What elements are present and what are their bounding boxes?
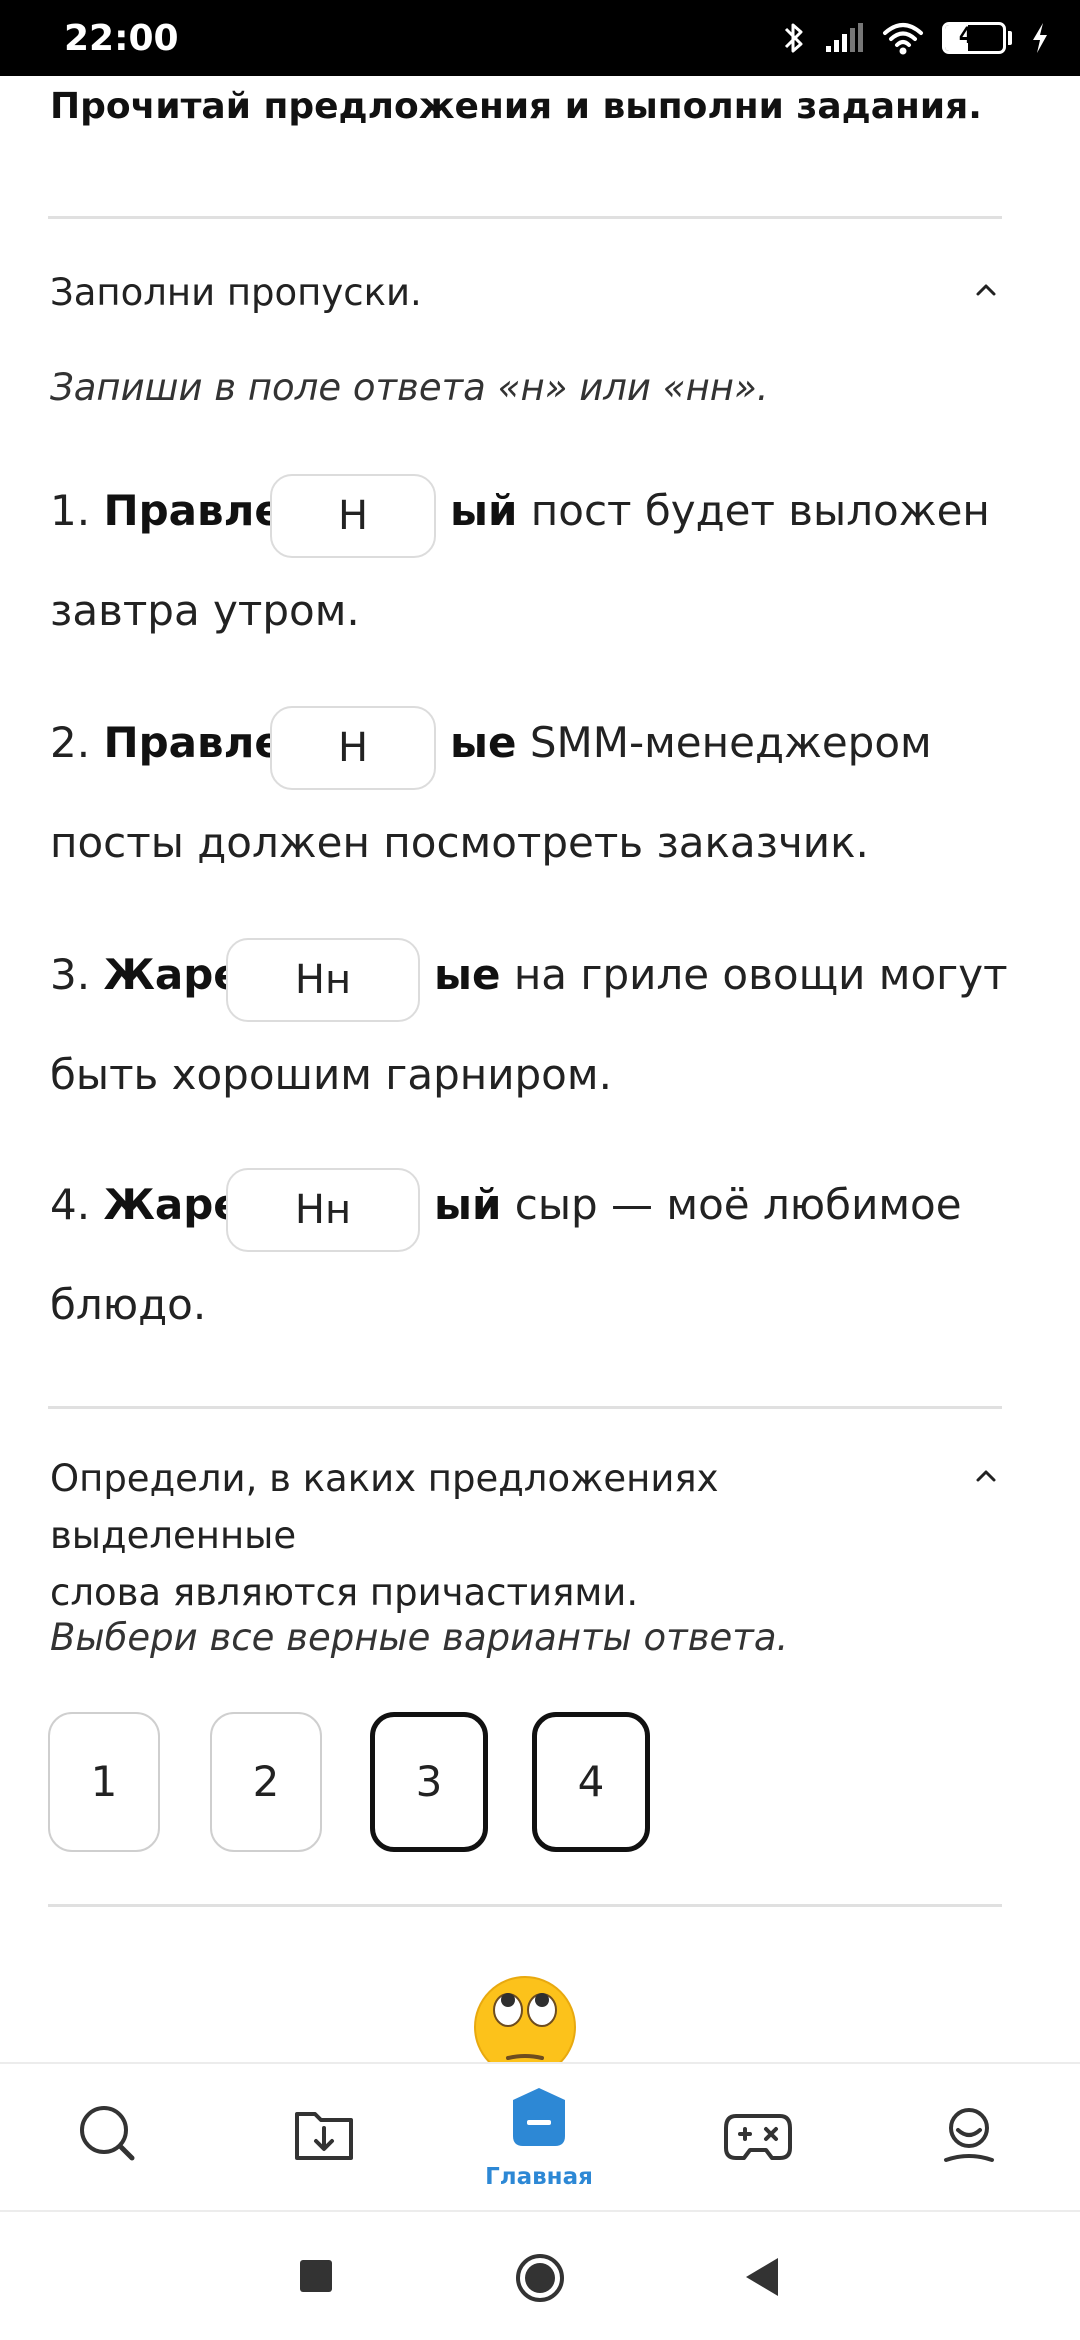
- battery-indicator: 40: [942, 22, 1012, 54]
- word-ending: ые: [434, 950, 501, 999]
- task2-instruction: Выбери все верные варианты ответа.: [50, 1616, 789, 1659]
- chevron-up-icon[interactable]: [972, 1462, 1000, 1490]
- back-icon[interactable]: [742, 2256, 782, 2298]
- word-ending: ые: [450, 718, 517, 767]
- word-stem: Жаре: [103, 1180, 242, 1229]
- sentence-4-line1: 4. Жаре: [50, 1180, 242, 1229]
- sentence-2-line2: посты должен посмотреть заказчик.: [50, 818, 869, 867]
- sentence-3-rest: ые на гриле овощи могут: [434, 950, 1008, 999]
- word-stem: Правле: [103, 718, 283, 767]
- task2-heading: Определи, в каких предложениях выделенны…: [50, 1457, 719, 1614]
- sentence-4-line2: блюдо.: [50, 1280, 207, 1329]
- battery-cap: [1008, 31, 1012, 45]
- word-ending: ый: [450, 486, 518, 535]
- sentence-2-rest: ые SMM-менеджером: [450, 718, 932, 767]
- status-icons: 40: [782, 18, 1050, 58]
- home-icon: [513, 2088, 565, 2146]
- word-stem: Правле: [103, 486, 283, 535]
- battery-level: 40: [958, 24, 990, 49]
- task1-heading: Заполни пропуски.: [50, 271, 422, 314]
- option-3-button[interactable]: 3: [370, 1712, 488, 1852]
- word-stem: Жаре: [103, 950, 242, 999]
- status-time: 22:00: [64, 18, 179, 59]
- divider: [48, 1406, 1002, 1409]
- bluetooth-icon: [784, 23, 803, 53]
- sentence-1-line1: 1. Правле: [50, 486, 283, 535]
- divider: [48, 216, 1002, 219]
- bottom-navigation: Главная: [0, 2062, 1080, 2210]
- task1-instruction: Запиши в поле ответа «н» или «нн».: [50, 366, 769, 409]
- option-1-button[interactable]: 1: [48, 1712, 160, 1852]
- battery-icon: 40: [942, 22, 1006, 54]
- option-2-button[interactable]: 2: [210, 1712, 322, 1852]
- sentence-1-rest: ый пост будет выложен: [450, 486, 990, 535]
- answer-input-1[interactable]: Н: [270, 474, 436, 558]
- status-bar: 22:00 40: [0, 0, 1080, 76]
- nav-games[interactable]: [694, 2064, 814, 2212]
- option-4-button[interactable]: 4: [532, 1712, 650, 1852]
- nav-search[interactable]: [50, 2064, 170, 2212]
- nav-home[interactable]: Главная: [459, 2064, 619, 2212]
- sentence-2-line1: 2. Правле: [50, 718, 283, 767]
- system-navigation-bar: [0, 2210, 1080, 2340]
- divider: [48, 1904, 1002, 1907]
- word-ending: ый: [434, 1180, 502, 1229]
- search-icon: [80, 2106, 135, 2161]
- sentence-3-line1: 3. Жаре: [50, 950, 242, 999]
- gamepad-icon: [724, 2114, 792, 2160]
- answer-input-3[interactable]: Нн: [226, 938, 420, 1022]
- nav-downloads[interactable]: [265, 2064, 385, 2212]
- eye-roll-emoji-icon: [474, 1976, 576, 2062]
- profile-icon: [944, 2108, 994, 2162]
- nav-profile[interactable]: [910, 2064, 1030, 2212]
- wifi-icon: [883, 23, 923, 55]
- sentence-4-rest: ый сыр — моё любимое: [434, 1180, 962, 1229]
- sentence-1-line2: завтра утром.: [50, 586, 360, 635]
- content-area: Прочитай предложения и выполни задания. …: [0, 76, 1080, 2062]
- recent-apps-icon[interactable]: [298, 2258, 334, 2294]
- sentence-3-line2: быть хорошим гарниром.: [50, 1050, 612, 1099]
- chevron-up-icon[interactable]: [972, 276, 1000, 304]
- signal-icon: [826, 23, 863, 52]
- home-button-icon[interactable]: [514, 2252, 566, 2304]
- answer-input-4[interactable]: Нн: [226, 1168, 420, 1252]
- nav-home-label: Главная: [485, 2164, 593, 2190]
- download-folder-icon: [295, 2112, 353, 2160]
- answer-input-2[interactable]: Н: [270, 706, 436, 790]
- charging-icon: [1033, 23, 1047, 53]
- page-title: Прочитай предложения и выполни задания.: [50, 86, 982, 127]
